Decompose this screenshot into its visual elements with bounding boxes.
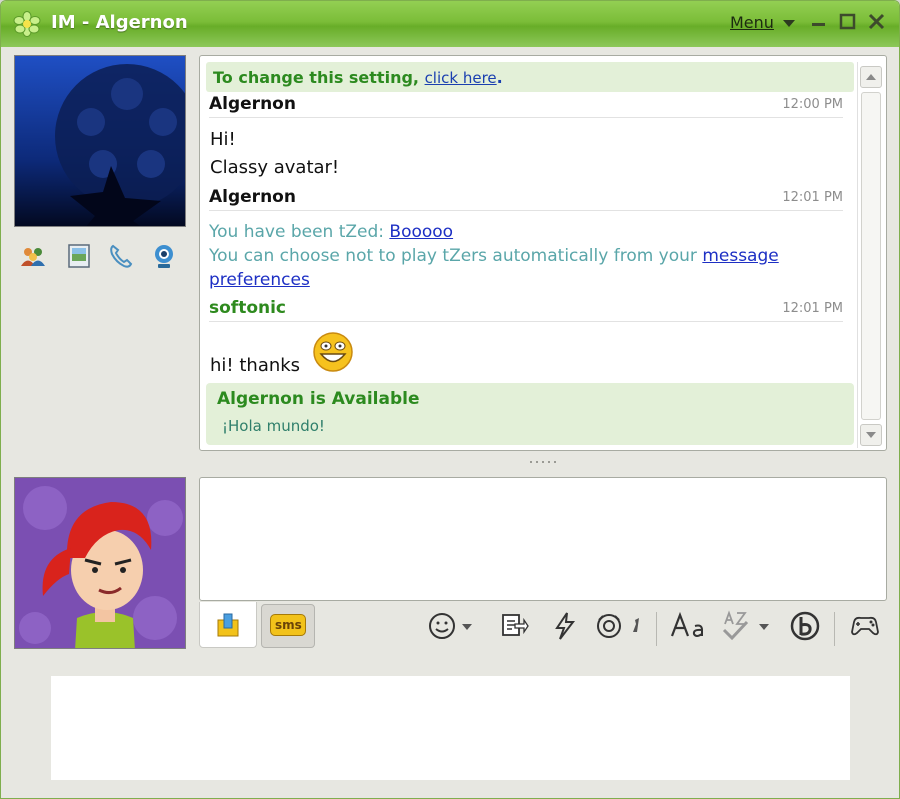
- scroll-down-button[interactable]: [860, 424, 882, 446]
- close-icon[interactable]: [866, 11, 888, 33]
- gamepad-icon[interactable]: [849, 610, 881, 642]
- icq-flower-icon: [13, 11, 41, 37]
- message-header: Algernon 12:00 PM: [209, 94, 843, 118]
- self-name: softonic: [209, 298, 287, 318]
- font-icon[interactable]: [669, 610, 705, 642]
- my-avatar[interactable]: [14, 477, 186, 649]
- notice-period: .: [496, 68, 503, 87]
- sms-icon: sms: [270, 614, 306, 636]
- menu-chevron-down-icon[interactable]: [783, 20, 795, 27]
- message-preferences-link-b[interactable]: preferences: [209, 270, 310, 290]
- toolbar-separator: [834, 612, 835, 646]
- settings-notice: To change this setting, click here.: [206, 62, 854, 92]
- contacts-icon[interactable]: [19, 242, 47, 270]
- webcam-icon[interactable]: [150, 242, 178, 270]
- bing-search-icon[interactable]: [789, 610, 821, 642]
- ad-panel: [51, 676, 850, 780]
- sender-name: Algernon: [209, 94, 296, 114]
- contact-actions: [19, 242, 184, 272]
- click-here-link[interactable]: click here: [425, 69, 497, 87]
- maximize-icon[interactable]: [837, 11, 859, 33]
- toolbar-separator: [656, 612, 657, 646]
- tab-sms[interactable]: sms: [261, 604, 315, 648]
- sender-name: Algernon: [209, 187, 296, 207]
- message-text: hi! thanks: [210, 355, 301, 376]
- minimize-icon[interactable]: [808, 11, 830, 33]
- menu-button[interactable]: Menu: [730, 13, 774, 32]
- message-preferences-link-a[interactable]: message: [702, 246, 778, 266]
- message-input[interactable]: [199, 477, 887, 601]
- tzer-info: You can choose not to play tZers automat…: [209, 246, 697, 266]
- phone-icon[interactable]: [107, 242, 135, 270]
- film-star-avatar-icon: [15, 56, 185, 226]
- message-time: 12:01 PM: [782, 190, 843, 205]
- window-title: IM - Algernon: [51, 12, 188, 33]
- message-time: 12:00 PM: [782, 97, 843, 112]
- scroll-thumb[interactable]: [861, 92, 881, 420]
- status-message: ¡Hola mundo!: [222, 417, 325, 435]
- im-tab-icon: [217, 613, 239, 637]
- photo-icon[interactable]: [65, 242, 93, 270]
- tab-im[interactable]: [199, 602, 257, 648]
- status-title: Algernon is Available: [217, 389, 420, 409]
- chevron-up-icon: [866, 74, 876, 80]
- message-time: 12:01 PM: [782, 301, 843, 316]
- spellcheck-icon[interactable]: [719, 610, 775, 642]
- compose-toolbar: sms: [199, 602, 887, 650]
- chat-history[interactable]: To change this setting, click here. Alge…: [199, 55, 887, 451]
- message-text: Hi!: [210, 129, 236, 150]
- tzer-line: You have been tZed: Booooo: [209, 222, 453, 242]
- splitter-grip-icon[interactable]: [528, 459, 556, 465]
- notice-text: To change this setting,: [213, 68, 419, 87]
- title-bar: IM - Algernon Menu: [1, 1, 899, 47]
- im-window: IM - Algernon Menu To change this settin…: [0, 0, 900, 799]
- chevron-down-icon: [866, 432, 876, 438]
- message-header: softonic 12:01 PM: [209, 298, 843, 322]
- tzer-preferences-line: You can choose not to play tZers automat…: [209, 246, 779, 266]
- history-scrollbar[interactable]: [857, 62, 883, 448]
- send-file-icon[interactable]: [497, 610, 529, 642]
- scroll-up-button[interactable]: [860, 66, 882, 88]
- presence-status-box: Algernon is Available ¡Hola mundo!: [206, 383, 854, 445]
- tzer-preferences-line-2: preferences: [209, 270, 310, 290]
- contact-avatar[interactable]: [14, 55, 186, 227]
- message-header: Algernon 12:01 PM: [209, 187, 843, 211]
- tzer-link[interactable]: Booooo: [389, 222, 453, 242]
- tzer-lightning-icon[interactable]: [549, 610, 581, 642]
- sms-label: sms: [275, 618, 302, 632]
- message-text: Classy avatar!: [210, 157, 340, 178]
- emoticons-icon[interactable]: [428, 610, 476, 642]
- redhead-girl-avatar-icon: [15, 478, 185, 648]
- laughing-smiley-icon: [313, 332, 353, 372]
- tzer-prefix: You have been tZed:: [209, 222, 384, 242]
- games-ball-icon[interactable]: [595, 610, 645, 642]
